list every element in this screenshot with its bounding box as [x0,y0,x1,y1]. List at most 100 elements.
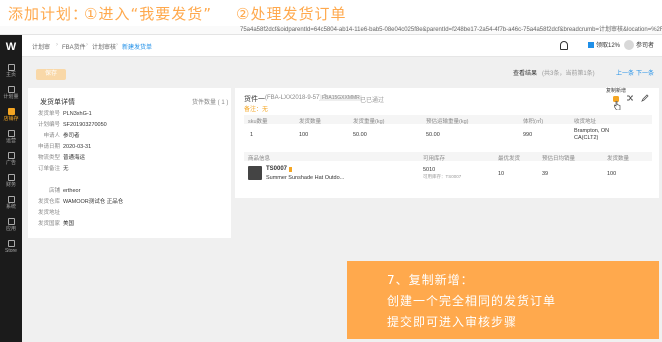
table1-header: 体积(㎥) [523,119,544,125]
shuffle-icon[interactable] [626,94,634,102]
field-value: 美国 [63,221,75,227]
sidebar-item-store-app[interactable]: Store [0,237,22,259]
note-line2: 创建一个完全相同的发货订单 [387,294,557,308]
edit-icon[interactable] [641,94,649,102]
field-value: ertheor [63,188,81,194]
optimal-qty: 10 [498,171,505,177]
gear-icon [7,196,15,203]
sidebar-item-store[interactable]: 店铺存 [0,105,22,127]
url-text: 75a4a58f2dcf&oidparentId=64c5804-ab14-11… [240,27,662,33]
note-line3: 提交即可进入审核步骤 [387,315,518,329]
shipment-title: 货件一 [244,96,265,103]
field-row: 发货仓库 WAMOOR测试仓 正品仓 [36,198,123,206]
table1-cell: 990 [523,132,533,138]
breadcrumb-sep: › [56,42,58,48]
user-name: 参司者 [636,43,655,49]
breadcrumb-sep: › [86,42,88,48]
sidebar-item-label: 店铺存 [3,116,19,122]
table1-header: 发货数量 [299,119,322,125]
sidebar-item-system[interactable]: 系统 [0,193,22,215]
sidebar-item-label: 主页 [5,72,16,78]
field-value: 参司者 [63,133,80,139]
sidebar-item-ads[interactable]: 广告 [0,149,22,171]
calculator-icon [7,86,15,93]
sidebar-item-label: 系统 [5,204,16,210]
flag-icon [289,167,292,172]
field-label: 申请日期 [37,144,60,150]
field-value: 普通海运 [63,155,86,161]
table2-header: 发货数量 [607,156,630,162]
field-value: PLN3xhG-1 [63,111,92,117]
field-label: 店铺 [48,188,60,194]
logo: W [5,41,17,53]
top-header: 计划审 › FBA货件 › 计划审核 › 新建发货单 领取12% 参司者 [22,35,662,57]
megaphone-icon [7,152,15,159]
cursor-icon [614,101,621,110]
fba-tag: FBA15GXXMMR [320,95,362,101]
field-row: 申请人 参司者 [36,132,80,140]
sidebar-item-home[interactable]: 主页 [0,61,22,83]
user-menu[interactable]: 参司者 [624,40,660,52]
stock-sub: 可用库存：TS0007 [423,174,462,179]
breadcrumb-current: 新建发货单 [122,45,153,51]
table2-header-bg [244,152,652,161]
sidebar-item-apps[interactable]: 应用 [0,215,22,237]
table1-cell: Brampton, ON CA(CLT2) [574,128,610,141]
bag-icon [7,240,15,247]
breadcrumb-1[interactable]: FBA货件 [62,42,86,51]
table1-header: 收货地址 [574,119,597,125]
ship-qty: 100 [607,171,617,177]
field-value: 2020-03-31 [63,144,92,150]
shipment-card [235,88,659,198]
save-button[interactable]: 保存 [36,69,66,80]
table1-cell: 1 [250,132,254,138]
field-label: 发货单号 [37,111,60,117]
field-label: 计划编号 [37,122,60,128]
breadcrumb-0[interactable]: 计划审 [32,42,50,51]
table2-header: 预估日均销量 [542,156,576,162]
tutorial-note: 7、复制新增： 创建一个完全相同的发货订单 提交即可进入审核步骤 [347,261,659,339]
panel-title: 发货单详情 [40,99,75,106]
prev-link[interactable]: 上一条 [616,70,634,79]
sidebar-item-label: 财务 [5,182,16,188]
tooltip: 复制新增 [606,87,627,94]
screen: { "captions": { "title": "添加计划：", "step1… [0,0,662,342]
next-link[interactable]: 下一条 [636,70,654,79]
field-label: 发货国家 [37,221,60,227]
sidebar-item-label: 计划量 [3,94,19,100]
shipment-note: 备注：无 [244,107,269,113]
table2-header: 最优发货 [498,156,521,162]
breadcrumb-2[interactable]: 计划审核 [92,42,116,51]
field-row: 发货国家 美国 [36,220,74,228]
avatar [624,40,634,51]
breadcrumb-sep: › [116,42,118,48]
sidebar-item-label: 广告 [5,160,16,166]
field-row: 发货单号 PLN3xhG-1 [36,110,92,118]
table1-header: 发货重量(kg) [353,119,385,125]
note-line1: 7、复制新增： [387,273,474,287]
sidebar-item-finance[interactable]: 财务 [0,171,22,193]
field-row: 计划编号 SF201903270050 [36,121,107,129]
stock-main: 5010 [423,167,436,173]
field-label: 发货地址 [37,210,60,216]
field-row: 订单备注无 [36,165,69,173]
sidebar-item-ops[interactable]: 运营 [0,127,22,149]
browser-url-bar[interactable]: 75a4a58f2dcf&oidparentId=64c5804-ab14-11… [0,26,662,35]
product-thumbnail [248,166,262,180]
square-icon [588,42,594,48]
field-label: 物流类型 [37,155,60,161]
tutorial-caption-bar: 添加计划： ①进入“我要发货” ②处理发货订单 [0,0,662,26]
grid-icon [7,218,15,225]
sidebar-item-label: 应用 [5,226,16,232]
field-row: 申请日期 2020-03-31 [36,143,91,151]
table1-cell: 50.00 [426,132,440,138]
field-value: SF201903270050 [63,122,107,128]
table1-header: 预估运输重量(kg) [426,119,469,125]
field-label: 发货仓库 [37,199,60,205]
caption-title: 添加计划： [8,5,89,23]
sidebar-item-plan[interactable]: 计划量 [0,83,22,105]
daily-sales: 39 [542,171,549,177]
field-row: 物流类型 普通海运 [36,154,85,162]
bell-icon[interactable] [560,41,568,50]
product-sku[interactable]: TS0007 [266,166,287,172]
